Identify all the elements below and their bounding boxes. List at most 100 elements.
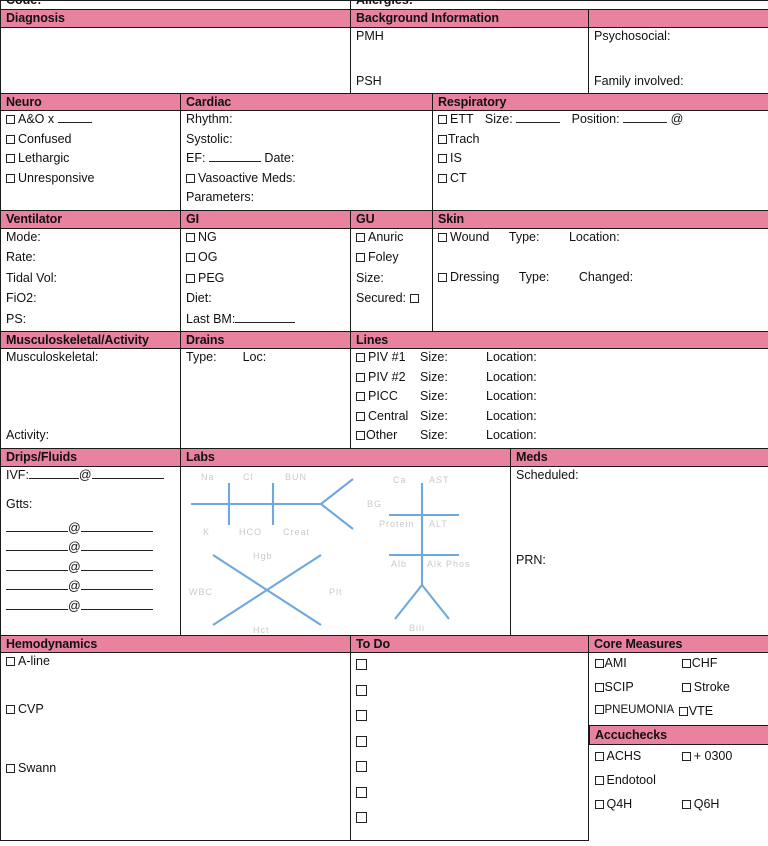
todo-item[interactable] <box>356 659 584 672</box>
gtt-row[interactable]: @ <box>6 521 176 535</box>
core-scip[interactable]: SCIP <box>590 677 679 701</box>
line-row-other[interactable]: Other Size: Location: <box>356 429 764 442</box>
labs-cell[interactable]: Na Cl BUN K HCO Creat BG WBC Hgb Hct Plt… <box>180 465 511 636</box>
checkbox-icon[interactable] <box>594 775 604 785</box>
checkbox-icon[interactable] <box>356 761 367 772</box>
resp-ett-row[interactable]: ETT Size: Position: @ <box>438 113 764 126</box>
checkbox-icon[interactable] <box>438 115 447 124</box>
checkbox-icon[interactable] <box>186 253 195 262</box>
respiratory-cell[interactable]: ETT Size: Position: @ Trach IS CT <box>431 110 768 211</box>
core-chf[interactable]: CHF <box>679 653 768 677</box>
todo-item[interactable] <box>356 710 584 723</box>
gu-foley[interactable]: Foley <box>356 251 428 264</box>
lines-cell[interactable]: PIV #1 Size: Location: PIV #2 Size: Location… <box>349 348 768 449</box>
gi-og[interactable]: OG <box>186 251 346 264</box>
gu-anuric[interactable]: Anuric <box>356 230 428 244</box>
gtt-row[interactable]: @ <box>6 580 176 593</box>
checkbox-icon[interactable] <box>438 173 447 183</box>
line-row-picc[interactable]: PICC Size: Location: <box>356 390 764 403</box>
neuro-item-lethargic[interactable]: Lethargic <box>6 152 176 165</box>
checkbox-icon[interactable] <box>356 710 367 721</box>
gi-cell[interactable]: NG OG PEG Diet: Last BM: <box>180 227 351 332</box>
checkbox-icon[interactable] <box>594 659 604 668</box>
checkbox-icon[interactable] <box>438 154 447 163</box>
neuro-item-confused[interactable]: Confused <box>6 132 176 146</box>
checkbox-icon[interactable] <box>678 707 688 716</box>
ivf-row[interactable]: IVF: @ <box>6 468 176 482</box>
neuro-cell[interactable]: A&O x Confused Lethargic Unresponsive <box>0 110 181 211</box>
checkbox-icon[interactable] <box>356 232 365 242</box>
accu-q6h[interactable]: Q6H <box>679 793 768 817</box>
checkbox-icon[interactable] <box>438 273 447 282</box>
checkbox-icon[interactable] <box>6 764 15 773</box>
checkbox-icon[interactable] <box>6 134 15 144</box>
background-info-area[interactable]: PMH PSH <box>350 26 589 94</box>
skin-cell[interactable]: Wound Type: Location: Dressing Type: Cha… <box>431 227 768 332</box>
hemodynamics-cell[interactable]: A-line CVP Swann <box>0 652 351 841</box>
resp-ct[interactable]: CT <box>438 171 764 185</box>
checkbox-icon[interactable] <box>356 812 367 823</box>
checkbox-icon[interactable] <box>186 232 195 242</box>
line-row-central[interactable]: Central Size: Location: <box>356 409 764 423</box>
meds-cell[interactable]: Scheduled: PRN: <box>509 465 768 636</box>
skin-dressing-row[interactable]: Dressing Type: Changed: <box>438 271 764 284</box>
resp-trach[interactable]: Trach <box>438 132 764 146</box>
todo-item[interactable] <box>356 786 584 800</box>
checkbox-icon[interactable] <box>681 752 691 761</box>
core-vte[interactable]: VTE <box>678 701 768 725</box>
accu-endotool[interactable]: Endotool <box>590 769 679 793</box>
accu-q4h[interactable]: Q4H <box>590 793 679 817</box>
todo-item[interactable] <box>356 735 584 749</box>
todo-item[interactable] <box>356 761 584 774</box>
checkbox-icon[interactable] <box>186 173 195 183</box>
gtt-row[interactable]: @ <box>6 541 176 554</box>
neuro-item-ao[interactable]: A&O x <box>6 113 176 126</box>
checkbox-icon[interactable] <box>356 684 367 696</box>
accu-0300[interactable]: + 0300 <box>679 745 768 769</box>
skin-wound-row[interactable]: Wound Type: Location: <box>438 230 764 244</box>
cardiac-cell[interactable]: Rhythm: Systolic: EF: Date: Vasoactive M… <box>180 110 433 211</box>
gi-peg[interactable]: PEG <box>186 271 346 285</box>
checkbox-icon[interactable] <box>409 294 419 303</box>
accu-achs[interactable]: ACHS <box>590 745 679 769</box>
todo-item[interactable] <box>356 684 584 698</box>
core-stroke[interactable]: Stroke <box>679 677 768 701</box>
checkbox-icon[interactable] <box>594 752 604 761</box>
gu-cell[interactable]: Anuric Foley Size: Secured: <box>350 227 433 332</box>
checkbox-icon[interactable] <box>356 353 365 362</box>
checkbox-icon[interactable] <box>6 704 15 714</box>
hemo-swann[interactable]: Swann <box>6 762 346 775</box>
resp-is[interactable]: IS <box>438 152 764 165</box>
checkbox-icon[interactable] <box>356 372 365 382</box>
ventilator-cell[interactable]: Mode: Rate: Tidal Vol: FiO2: PS: <box>0 227 181 332</box>
diagnosis-input-area[interactable] <box>0 26 351 94</box>
drains-cell[interactable]: Type: Loc: <box>180 348 351 449</box>
checkbox-icon[interactable] <box>356 659 367 670</box>
checkbox-icon[interactable] <box>6 115 15 124</box>
hemo-a-line[interactable]: A-line <box>6 655 346 668</box>
gtt-row[interactable]: @ <box>6 599 176 613</box>
neuro-item-unresponsive[interactable]: Unresponsive <box>6 171 176 185</box>
checkbox-icon[interactable] <box>6 154 15 163</box>
checkbox-icon[interactable] <box>356 253 365 262</box>
checkbox-icon[interactable] <box>356 392 365 401</box>
checkbox-icon[interactable] <box>438 232 447 242</box>
checkbox-icon[interactable] <box>186 273 195 283</box>
checkbox-icon[interactable] <box>681 659 691 668</box>
line-row-piv1[interactable]: PIV #1 Size: Location: <box>356 351 764 364</box>
checkbox-icon[interactable] <box>356 786 367 798</box>
psychosocial-area[interactable]: Psychosocial: Family involved: <box>587 26 768 94</box>
hemo-cvp[interactable]: CVP <box>6 702 346 716</box>
checkbox-icon[interactable] <box>6 657 15 666</box>
checkbox-icon[interactable] <box>356 411 365 421</box>
checkbox-icon[interactable] <box>356 431 365 440</box>
msk-cell[interactable]: Musculoskeletal: Activity: <box>0 348 181 449</box>
todo-cell[interactable] <box>350 652 589 841</box>
core-pneumonia[interactable]: PNEUMONIA <box>590 701 679 725</box>
gi-ng[interactable]: NG <box>186 230 346 244</box>
core-ami[interactable]: AMI <box>590 653 679 677</box>
checkbox-icon[interactable] <box>6 173 15 183</box>
checkbox-icon[interactable] <box>594 799 604 809</box>
checkbox-icon[interactable] <box>594 683 604 692</box>
line-row-piv2[interactable]: PIV #2 Size: Location: <box>356 370 764 384</box>
